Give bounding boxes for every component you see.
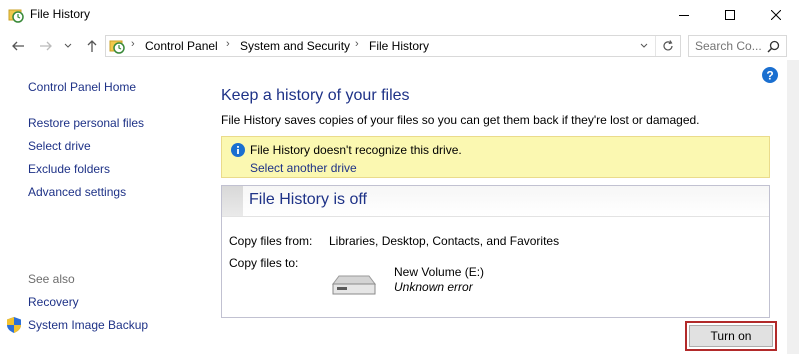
chevron-down-icon: [640, 43, 648, 48]
select-another-drive-link[interactable]: Select another drive: [250, 161, 357, 175]
drive-status: Unknown error: [394, 280, 473, 294]
breadcrumb-separator: ›: [226, 38, 230, 50]
up-arrow-icon: [87, 40, 97, 52]
recovery-link[interactable]: Recovery: [28, 295, 79, 309]
close-button[interactable]: [753, 0, 799, 30]
breadcrumb-system-security[interactable]: System and Security: [240, 39, 350, 53]
breadcrumb-separator: ›: [131, 38, 135, 50]
copy-to-label: Copy files to:: [229, 256, 299, 270]
chevron-down-icon: [64, 43, 72, 48]
search-input[interactable]: [695, 39, 763, 53]
restore-personal-files-link[interactable]: Restore personal files: [28, 116, 144, 130]
forward-arrow-icon: [40, 41, 52, 51]
search-box[interactable]: [688, 35, 787, 57]
refresh-button[interactable]: [655, 36, 680, 56]
scrollbar[interactable]: [787, 60, 799, 354]
shield-icon: [7, 317, 21, 333]
minimize-button[interactable]: [661, 0, 707, 30]
address-dropdown-button[interactable]: [634, 36, 654, 56]
drive-name: New Volume (E:): [394, 265, 485, 279]
status-panel-header: File History is off: [222, 186, 769, 217]
breadcrumb-separator: ›: [355, 38, 359, 50]
close-icon: [771, 10, 781, 20]
minimize-icon: [679, 15, 689, 16]
maximize-button[interactable]: [707, 0, 753, 30]
banner-message: File History doesn't recognize this driv…: [250, 143, 462, 157]
status-panel-tab: [222, 186, 243, 216]
page-description: File History saves copies of your files …: [221, 113, 700, 127]
up-button[interactable]: [82, 36, 102, 56]
back-button[interactable]: [8, 36, 28, 56]
svg-text:?: ?: [766, 69, 773, 83]
search-icon: [767, 40, 780, 53]
copy-from-label: Copy files from:: [229, 234, 313, 248]
help-icon: ?: [762, 67, 778, 83]
help-button[interactable]: ?: [762, 67, 778, 83]
info-icon: [231, 143, 245, 157]
forward-button[interactable]: [36, 36, 56, 56]
turn-on-highlight: Turn on: [685, 321, 777, 351]
advanced-settings-link[interactable]: Advanced settings: [28, 185, 126, 199]
status-title: File History is off: [249, 191, 367, 208]
turn-on-button[interactable]: Turn on: [689, 325, 773, 347]
recent-locations-button[interactable]: [61, 36, 75, 56]
maximize-icon: [725, 10, 735, 20]
refresh-icon: [663, 40, 673, 51]
file-history-icon: [8, 7, 24, 23]
breadcrumb-control-panel[interactable]: Control Panel: [145, 39, 218, 53]
control-panel-home-link[interactable]: Control Panel Home: [28, 80, 136, 94]
warning-banner: File History doesn't recognize this driv…: [221, 136, 770, 178]
select-drive-link[interactable]: Select drive: [28, 139, 91, 153]
system-image-backup-link[interactable]: System Image Backup: [28, 318, 148, 332]
breadcrumb-file-history[interactable]: File History: [369, 39, 429, 53]
page-title: Keep a history of your files: [221, 87, 410, 104]
back-arrow-icon: [12, 41, 24, 51]
status-panel: File History is off Copy files from: Lib…: [221, 185, 770, 318]
exclude-folders-link[interactable]: Exclude folders: [28, 162, 110, 176]
drive-icon: [331, 272, 377, 298]
see-also-label: See also: [28, 272, 75, 286]
file-history-icon: [109, 38, 125, 54]
title-bar: File History: [0, 0, 799, 30]
copy-from-value: Libraries, Desktop, Contacts, and Favori…: [329, 234, 560, 248]
window-title: File History: [30, 7, 91, 21]
